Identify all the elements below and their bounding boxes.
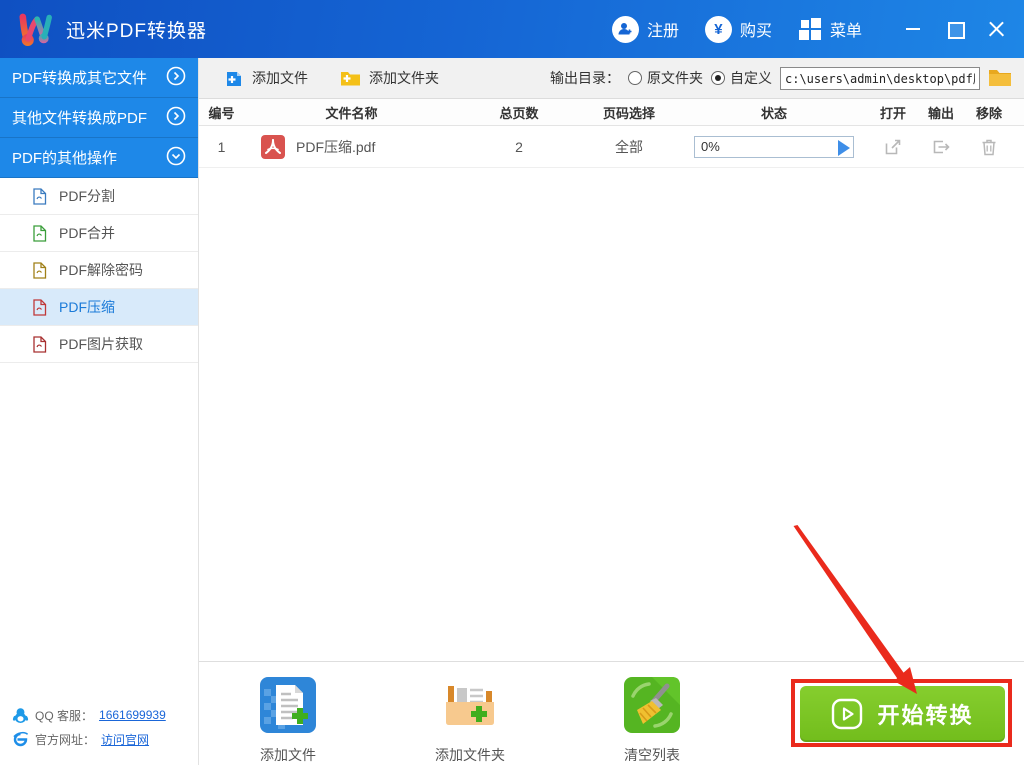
col-header-remove: 移除 bbox=[965, 103, 1013, 122]
row-number: 1 bbox=[199, 139, 244, 155]
pdf-doc-icon bbox=[32, 225, 47, 242]
close-icon[interactable] bbox=[988, 20, 1006, 38]
output-icon[interactable] bbox=[931, 137, 951, 157]
official-site-link[interactable]: 访问官网 bbox=[101, 731, 149, 748]
add-file-icon bbox=[259, 676, 317, 734]
bottom-panel: 添加文件 添加文件夹 清空列 bbox=[199, 661, 1024, 765]
sidebar-item-label: PDF压缩 bbox=[59, 297, 115, 317]
browse-folder-icon[interactable] bbox=[988, 67, 1012, 90]
maximize-icon[interactable] bbox=[946, 20, 964, 38]
col-header-pages: 总页数 bbox=[459, 103, 579, 122]
section-label: PDF的其他操作 bbox=[12, 147, 117, 168]
file-name: PDF压缩.pdf bbox=[296, 137, 375, 157]
add-file-button[interactable]: 添加文件 bbox=[225, 68, 308, 88]
sidebar-section-other-to-pdf[interactable]: 其他文件转换成PDF bbox=[0, 98, 198, 138]
register-button[interactable]: 注册 bbox=[612, 16, 679, 43]
sidebar-item-pdf-remove-password[interactable]: PDF解除密码 bbox=[0, 252, 198, 289]
output-dir-label: 输出目录： bbox=[550, 68, 620, 88]
add-folder-icon bbox=[340, 69, 361, 87]
grid-menu-icon bbox=[798, 17, 822, 41]
sidebar-item-pdf-extract-images[interactable]: PDF图片获取 bbox=[0, 326, 198, 363]
file-list-empty-area bbox=[199, 168, 1024, 661]
col-header-open: 打开 bbox=[869, 103, 917, 122]
bottom-clear-list-button[interactable]: 清空列表 bbox=[597, 676, 707, 765]
bottom-add-folder-button[interactable]: 添加文件夹 bbox=[415, 676, 525, 765]
col-header-status: 状态 bbox=[679, 103, 869, 122]
col-header-name: 文件名称 bbox=[244, 103, 459, 122]
add-folder-label: 添加文件夹 bbox=[369, 68, 439, 88]
open-external-icon[interactable] bbox=[883, 137, 903, 157]
add-file-icon bbox=[225, 69, 244, 88]
col-header-output: 输出 bbox=[917, 103, 965, 122]
sidebar-section-pdf-to-other[interactable]: PDF转换成其它文件 bbox=[0, 58, 198, 98]
chevron-circle-down-icon bbox=[166, 146, 186, 170]
add-folder-button[interactable]: 添加文件夹 bbox=[340, 68, 439, 88]
buy-label: 购买 bbox=[740, 17, 772, 41]
sidebar-item-pdf-merge[interactable]: PDF合并 bbox=[0, 215, 198, 252]
pdf-doc-icon bbox=[32, 262, 47, 279]
chevron-circle-right-icon bbox=[166, 106, 186, 130]
progress-bar: 0% bbox=[694, 136, 854, 158]
play-icon bbox=[831, 698, 863, 730]
progress-percent: 0% bbox=[701, 139, 720, 154]
bottom-add-file-label: 添加文件 bbox=[233, 745, 343, 765]
section-label: PDF转换成其它文件 bbox=[12, 67, 147, 88]
adobe-pdf-icon bbox=[260, 134, 286, 160]
official-site-label: 官方网址： bbox=[35, 731, 95, 748]
sidebar-item-pdf-split[interactable]: PDF分割 bbox=[0, 178, 198, 215]
pdf-doc-icon bbox=[32, 336, 47, 353]
main-area: 添加文件 添加文件夹 输出目录： 原文件夹 自定义 bbox=[199, 58, 1024, 765]
ie-icon bbox=[12, 731, 29, 748]
clear-list-icon bbox=[623, 676, 681, 734]
pdf-doc-icon bbox=[32, 188, 47, 205]
radio-custom-folder[interactable]: 自定义 bbox=[711, 68, 772, 88]
qq-number-link[interactable]: 1661699939 bbox=[99, 708, 166, 722]
sidebar-footer: QQ 客服： 1661699939 官方网址： 访问官网 bbox=[12, 703, 166, 751]
app-logo-icon bbox=[14, 7, 58, 51]
bottom-add-folder-label: 添加文件夹 bbox=[415, 745, 525, 765]
section-label: 其他文件转换成PDF bbox=[12, 107, 147, 128]
sidebar-item-label: PDF分割 bbox=[59, 186, 115, 206]
sidebar-item-pdf-compress[interactable]: PDF压缩 bbox=[0, 289, 198, 326]
progress-play-icon bbox=[838, 140, 850, 156]
table-row: 1 PDF压缩.pdf 2 全部 0% bbox=[199, 126, 1024, 168]
sidebar-item-label: PDF合并 bbox=[59, 223, 115, 243]
page-select-value[interactable]: 全部 bbox=[579, 137, 679, 157]
start-convert-label: 开始转换 bbox=[877, 698, 973, 730]
toolbar: 添加文件 添加文件夹 输出目录： 原文件夹 自定义 bbox=[199, 58, 1024, 99]
buy-button[interactable]: ¥ 购买 bbox=[705, 16, 772, 43]
start-convert-button[interactable]: 开始转换 bbox=[800, 686, 1005, 742]
radio-original-label: 原文件夹 bbox=[647, 68, 703, 88]
col-header-page-select: 页码选择 bbox=[579, 103, 679, 122]
minimize-icon[interactable] bbox=[904, 20, 922, 38]
titlebar: 迅米PDF转换器 注册 ¥ 购买 菜单 bbox=[0, 0, 1024, 58]
menu-label: 菜单 bbox=[830, 17, 862, 41]
user-plus-icon bbox=[612, 16, 639, 43]
table-header: 编号 文件名称 总页数 页码选择 状态 打开 输出 移除 bbox=[199, 99, 1024, 126]
radio-circle-icon bbox=[711, 71, 725, 85]
qq-service-label: QQ 客服： bbox=[35, 707, 93, 724]
col-header-no: 编号 bbox=[199, 103, 244, 122]
add-file-label: 添加文件 bbox=[252, 68, 308, 88]
qq-icon bbox=[12, 707, 29, 724]
sidebar: PDF转换成其它文件 其他文件转换成PDF PDF的其他操作 PDF分割 PDF… bbox=[0, 58, 199, 765]
radio-original-folder[interactable]: 原文件夹 bbox=[628, 68, 703, 88]
bottom-add-file-button[interactable]: 添加文件 bbox=[233, 676, 343, 765]
pdf-doc-icon bbox=[32, 299, 47, 316]
yen-icon: ¥ bbox=[705, 16, 732, 43]
add-folder-icon bbox=[441, 676, 499, 734]
app-title: 迅米PDF转换器 bbox=[66, 16, 207, 43]
radio-custom-label: 自定义 bbox=[730, 68, 772, 88]
trash-icon[interactable] bbox=[979, 137, 999, 157]
file-pages: 2 bbox=[459, 139, 579, 155]
radio-circle-icon bbox=[628, 71, 642, 85]
menu-button[interactable]: 菜单 bbox=[798, 17, 862, 41]
bottom-clear-list-label: 清空列表 bbox=[597, 745, 707, 765]
sidebar-item-label: PDF解除密码 bbox=[59, 260, 143, 280]
register-label: 注册 bbox=[647, 17, 679, 41]
sidebar-item-label: PDF图片获取 bbox=[59, 334, 143, 354]
output-path-input[interactable] bbox=[780, 67, 980, 90]
chevron-circle-right-icon bbox=[166, 66, 186, 90]
sidebar-section-pdf-other-ops[interactable]: PDF的其他操作 bbox=[0, 138, 198, 178]
